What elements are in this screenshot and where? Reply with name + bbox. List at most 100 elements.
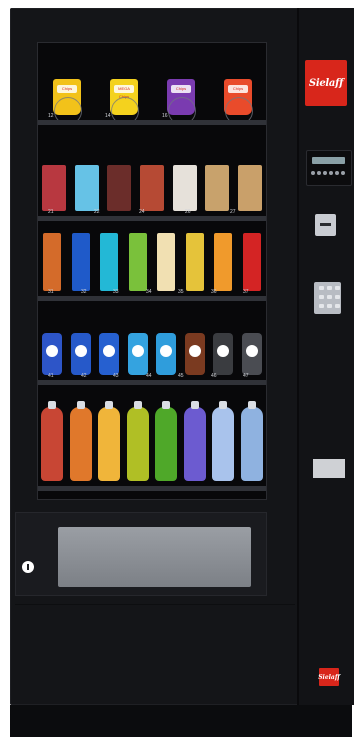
display-key[interactable] <box>329 171 333 175</box>
product-chips: Chips <box>224 79 253 125</box>
shelf-row: 31 32 33 34 35 36 37 <box>38 225 266 301</box>
product-can <box>71 333 91 375</box>
keypad-button[interactable] <box>327 286 332 290</box>
bottle-cap <box>77 401 85 409</box>
display-keys[interactable] <box>311 171 345 175</box>
slot-label: 44 <box>146 373 152 379</box>
can-logo <box>246 345 258 357</box>
product-chips: Chips <box>53 79 82 125</box>
keypad-button[interactable] <box>327 295 332 299</box>
keypad-button[interactable] <box>327 304 332 308</box>
bottle-cap <box>219 401 227 409</box>
product-chips: MEGA Chips <box>110 79 139 125</box>
shelf-row: 41 42 43 44 45 46 47 <box>38 307 266 385</box>
product-bottle <box>184 401 206 481</box>
can-logo <box>160 345 172 357</box>
can-logo <box>103 345 115 357</box>
keypad-button[interactable] <box>335 295 340 299</box>
can-logo <box>46 345 58 357</box>
slot-label: 42 <box>81 373 87 379</box>
coin-slot[interactable] <box>315 214 336 236</box>
slot-label: 37 <box>243 289 249 295</box>
product-bar <box>43 233 61 291</box>
can-logo <box>217 345 229 357</box>
display-key[interactable] <box>317 171 321 175</box>
pickup-flap[interactable] <box>58 527 251 587</box>
bottle-cap <box>48 401 56 409</box>
price-display <box>306 150 352 186</box>
slot-label: 21 <box>48 209 54 215</box>
chips-label: Chips <box>171 85 191 93</box>
keypad-button[interactable] <box>335 286 340 290</box>
product-snack <box>173 165 197 211</box>
bottle-cap <box>105 401 113 409</box>
machine-plinth <box>10 705 352 737</box>
display-key[interactable] <box>323 171 327 175</box>
product-snack <box>205 165 229 211</box>
product-bottle <box>98 401 120 481</box>
shelf-row <box>38 391 266 491</box>
selection-keypad[interactable] <box>314 282 341 314</box>
slot-label: 31 <box>48 289 54 295</box>
shelf-row: Chips MEGA Chips Chips Chips 12 14 16 <box>38 51 266 125</box>
pickup-area <box>15 512 267 596</box>
can-logo <box>189 345 201 357</box>
slot-label: 46 <box>211 373 217 379</box>
shelf-rail <box>38 296 266 301</box>
display-key[interactable] <box>311 171 315 175</box>
bottle-cap <box>134 401 142 409</box>
product-snack <box>140 165 164 211</box>
shelf-row: 21 22 24 26 27 <box>38 139 266 221</box>
brand-logo: Sielaff <box>305 60 347 106</box>
product-bottle <box>241 401 263 481</box>
product-can <box>242 333 262 375</box>
slot-label: 26 <box>185 209 191 215</box>
product-snack <box>42 165 66 211</box>
slot-label: 22 <box>94 209 100 215</box>
product-can <box>213 333 233 375</box>
display-screen <box>312 157 345 164</box>
product-bar <box>214 233 232 291</box>
keypad-button[interactable] <box>319 304 324 308</box>
keypad-button[interactable] <box>319 295 324 299</box>
keypad-button[interactable] <box>319 286 324 290</box>
keypad-button[interactable] <box>335 304 340 308</box>
shelf-rail <box>38 120 266 125</box>
display-key[interactable] <box>341 171 345 175</box>
product-snack <box>238 165 262 211</box>
display-key[interactable] <box>335 171 339 175</box>
slot-label: 36 <box>211 289 217 295</box>
product-can <box>128 333 148 375</box>
slot-label: 35 <box>178 289 184 295</box>
product-can <box>156 333 176 375</box>
door-seam <box>15 604 295 605</box>
product-snack <box>107 165 131 211</box>
slot-label: 32 <box>81 289 87 295</box>
product-bar <box>186 233 204 291</box>
product-bar <box>72 233 90 291</box>
product-chips: Chips <box>167 79 196 125</box>
product-can <box>42 333 62 375</box>
product-bottle <box>212 401 234 481</box>
product-can <box>99 333 119 375</box>
slot-label: 33 <box>113 289 119 295</box>
product-bottle <box>127 401 149 481</box>
slot-label: 34 <box>146 289 152 295</box>
product-bar <box>100 233 118 291</box>
brand-logo-small: Sielaff <box>318 668 340 686</box>
slot-label: 27 <box>230 209 236 215</box>
door-lock-icon[interactable] <box>22 561 34 573</box>
shelf-rail <box>38 486 266 491</box>
chips-label: Chips <box>57 85 77 93</box>
shelf-rail <box>38 216 266 221</box>
product-snack <box>75 165 99 211</box>
product-bottle <box>41 401 63 481</box>
product-window: Chips MEGA Chips Chips Chips 12 14 16 21 22 24 26 2… <box>37 42 267 500</box>
coin-return-slot[interactable] <box>313 459 345 478</box>
control-panel <box>297 8 354 705</box>
slot-label: 16 <box>162 113 168 119</box>
slot-label: 14 <box>105 113 111 119</box>
product-bar <box>129 233 147 291</box>
slot-label: 41 <box>48 373 54 379</box>
bottle-cap <box>162 401 170 409</box>
